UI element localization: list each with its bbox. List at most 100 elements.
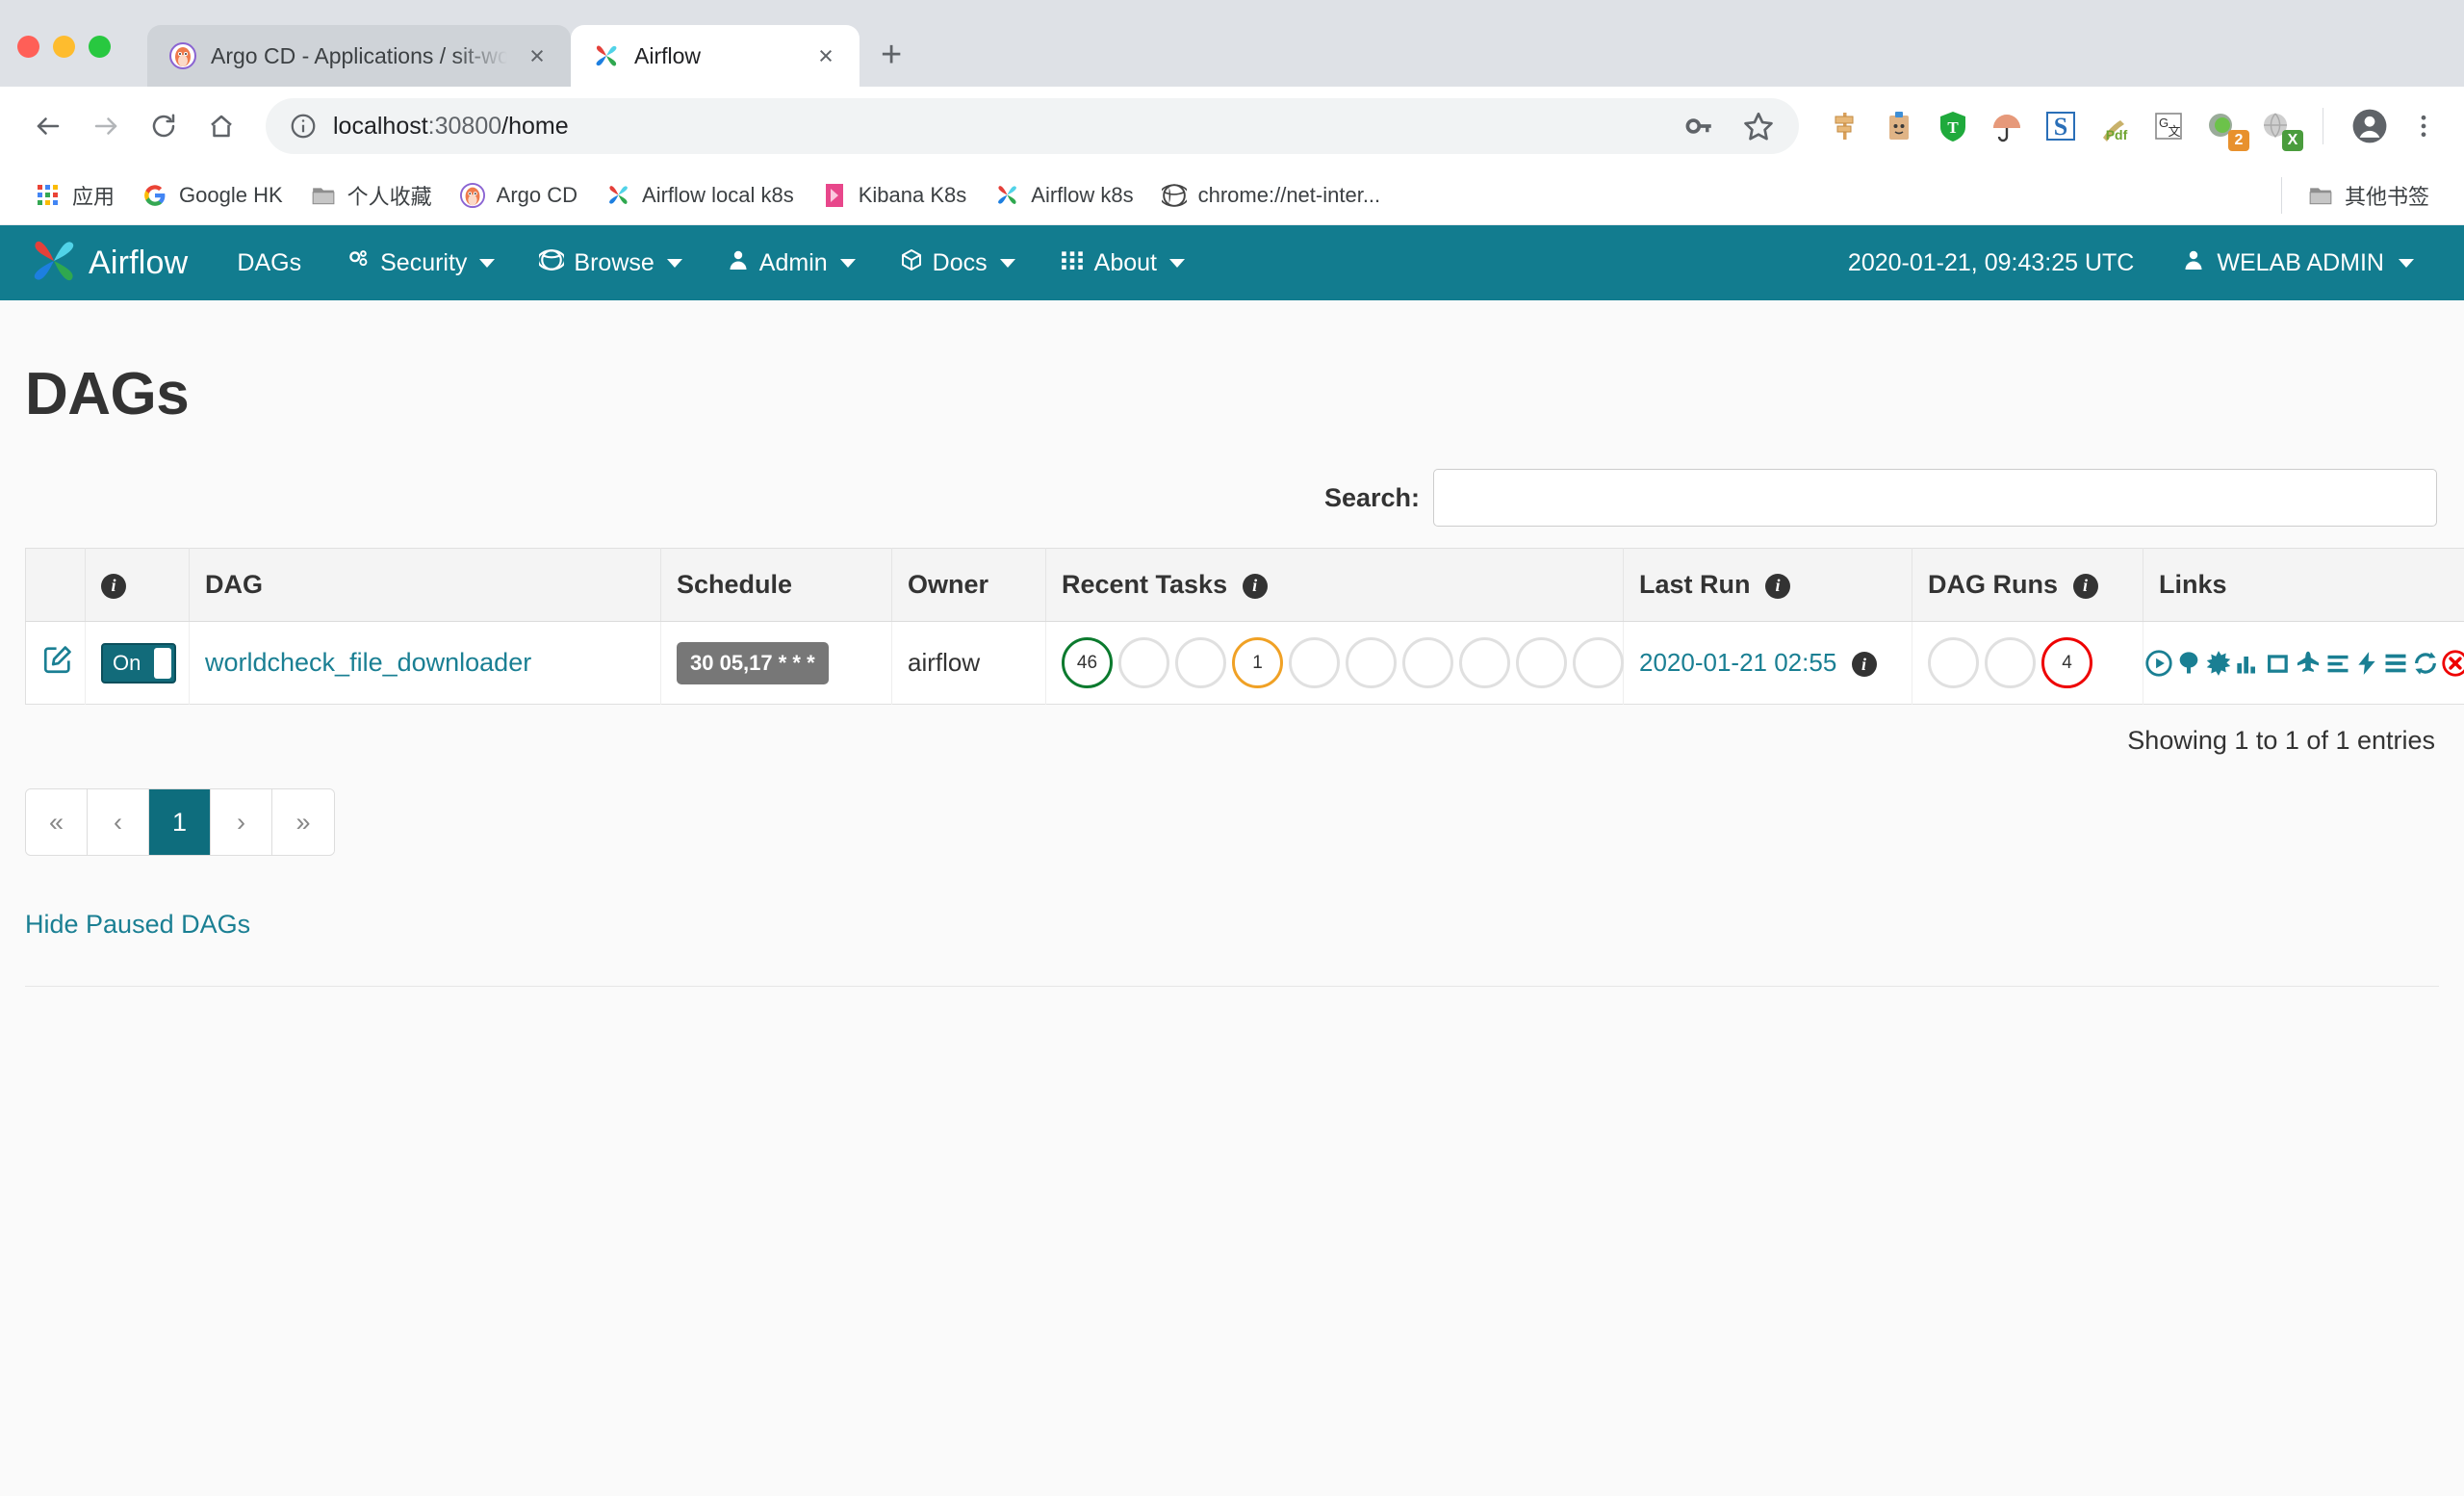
bookmark-kibana-k8s[interactable]: Kibana K8s (808, 173, 981, 218)
info-icon[interactable]: i (2073, 574, 2098, 599)
chrome-menu-icon[interactable] (2404, 107, 2443, 145)
close-tab-button[interactable]: × (521, 43, 553, 69)
grey-globe-extension-icon[interactable]: X (2257, 107, 2296, 145)
graph-view-icon[interactable] (2205, 650, 2232, 677)
task-status-circle[interactable] (1402, 637, 1453, 688)
google-g-icon (141, 182, 168, 209)
dags-table: i DAG Schedule Owner Recent Tasks (25, 548, 2464, 705)
umbrella-extension-icon[interactable] (1988, 107, 2026, 145)
close-tab-button[interactable]: × (809, 43, 842, 69)
dag-run-circle-failed[interactable]: 4 (2041, 637, 2092, 688)
pdf-extension-icon[interactable]: Pdf (2095, 107, 2134, 145)
refresh-icon[interactable] (2412, 650, 2439, 677)
task-status-circle[interactable] (1346, 637, 1397, 688)
bookmark-star-icon[interactable] (1739, 107, 1778, 145)
links-icon-group (2159, 650, 2454, 677)
task-status-circle-success[interactable]: 46 (1062, 637, 1113, 688)
pagination-next[interactable]: › (211, 789, 272, 855)
delete-dag-icon[interactable] (2442, 650, 2464, 677)
cell-schedule: 30 05,17 * * * (661, 622, 892, 705)
user-menu-button[interactable]: WELAB ADMIN (2182, 247, 2439, 279)
signpost-extension-icon[interactable] (1826, 107, 1864, 145)
pagination-last[interactable]: » (272, 789, 334, 855)
nav-item-about[interactable]: About (1038, 225, 1207, 300)
task-status-circle[interactable] (1459, 637, 1510, 688)
pagination-prev[interactable]: ‹ (88, 789, 149, 855)
close-window-button[interactable] (17, 36, 39, 58)
th-dag[interactable]: DAG (190, 549, 661, 622)
bookmark-google-hk[interactable]: Google HK (128, 173, 296, 218)
back-icon[interactable] (21, 99, 75, 153)
chevron-down-icon (840, 259, 856, 268)
task-status-circle[interactable] (1289, 637, 1340, 688)
dag-link[interactable]: worldcheck_file_downloader (205, 648, 531, 677)
airflow-brand-link[interactable]: Airflow (25, 233, 188, 294)
info-icon[interactable]: i (101, 574, 126, 599)
recent-tasks-circles: 46 1 (1062, 637, 1607, 688)
nav-item-security[interactable]: Security (323, 225, 517, 300)
table-row: On worldcheck_file_downloader 30 05,17 *… (26, 622, 2464, 705)
browser-tab-argocd[interactable]: Argo CD - Applications / sit-wo × (147, 25, 571, 87)
nav-item-docs[interactable]: Docs (878, 225, 1038, 300)
nav-item-dags[interactable]: DAGs (215, 225, 323, 300)
task-status-circle[interactable] (1516, 637, 1567, 688)
edit-pencil-icon[interactable] (41, 653, 74, 682)
minimize-window-button[interactable] (53, 36, 75, 58)
profile-avatar-icon[interactable] (2350, 107, 2389, 145)
logs-list-icon[interactable] (2382, 650, 2409, 677)
trigger-dag-play-icon[interactable] (2145, 650, 2172, 677)
dag-run-circle[interactable] (1928, 637, 1979, 688)
site-info-icon[interactable] (289, 112, 318, 141)
address-bar[interactable]: localhost:30800/home (266, 98, 1799, 154)
info-icon[interactable]: i (1852, 652, 1877, 677)
bookmark-apps[interactable]: 应用 (21, 173, 128, 218)
blue-s-extension-icon[interactable]: S (2041, 107, 2080, 145)
landing-times-plane-icon[interactable] (2295, 650, 2322, 677)
info-icon[interactable]: i (1765, 574, 1790, 599)
bookmark-argo-cd[interactable]: Argo CD (446, 173, 591, 218)
bookmark-airflow-local-k8s[interactable]: Airflow local k8s (591, 173, 808, 218)
nav-item-browse[interactable]: Browse (517, 225, 704, 300)
google-translate-extension-icon[interactable]: G文 (2149, 107, 2188, 145)
gantt-chart-icon[interactable] (2324, 650, 2351, 677)
task-status-circle-running[interactable]: 1 (1232, 637, 1283, 688)
bookmark-personal-folder[interactable]: 个人收藏 (296, 173, 446, 218)
browser-tab-airflow[interactable]: Airflow × (571, 25, 860, 87)
task-status-circle[interactable] (1118, 637, 1169, 688)
green-circle-extension-icon[interactable]: 2 (2203, 107, 2242, 145)
task-status-circle[interactable] (1175, 637, 1226, 688)
cube-icon (900, 247, 923, 279)
search-input[interactable] (1433, 469, 2437, 527)
last-run-link[interactable]: 2020-01-21 02:55 (1639, 648, 1836, 677)
task-tries-square-icon[interactable] (2265, 650, 2292, 677)
th-recent-tasks: Recent Tasks i (1046, 549, 1624, 622)
clipboard-robot-extension-icon[interactable] (1880, 107, 1918, 145)
hide-paused-dags-link[interactable]: Hide Paused DAGs (25, 910, 250, 940)
nav-item-admin[interactable]: Admin (705, 225, 878, 300)
th-owner[interactable]: Owner (892, 549, 1046, 622)
bookmark-airflow-k8s[interactable]: Airflow k8s (980, 173, 1146, 218)
th-schedule[interactable]: Schedule (661, 549, 892, 622)
forward-icon[interactable] (79, 99, 133, 153)
code-lightning-icon[interactable] (2354, 650, 2379, 677)
dag-run-circle[interactable] (1985, 637, 2036, 688)
th-dag-runs: DAG Runs i (1912, 549, 2143, 622)
pagination-first[interactable]: « (26, 789, 88, 855)
bookmarks-divider (2281, 177, 2282, 214)
task-duration-bar-chart-icon[interactable] (2235, 650, 2262, 677)
key-icon[interactable] (1680, 107, 1718, 145)
home-icon[interactable] (194, 99, 248, 153)
new-tab-button[interactable]: + (881, 37, 902, 73)
green-shield-t-extension-icon[interactable]: T (1934, 107, 1972, 145)
reload-icon[interactable] (137, 99, 191, 153)
info-icon[interactable]: i (1243, 574, 1268, 599)
tree-view-icon[interactable] (2175, 650, 2202, 677)
page-content: DAGs Search: i DAG S (0, 360, 2464, 987)
pagination-page-1[interactable]: 1 (149, 789, 211, 855)
dag-pause-toggle[interactable]: On (101, 643, 176, 684)
maximize-window-button[interactable] (89, 36, 111, 58)
bookmark-chrome-net-internals[interactable]: chrome://net-inter... (1147, 173, 1395, 218)
task-status-circle[interactable] (1573, 637, 1624, 688)
other-bookmarks-button[interactable]: 其他书签 (2294, 173, 2443, 218)
th-label: DAG (205, 570, 263, 599)
